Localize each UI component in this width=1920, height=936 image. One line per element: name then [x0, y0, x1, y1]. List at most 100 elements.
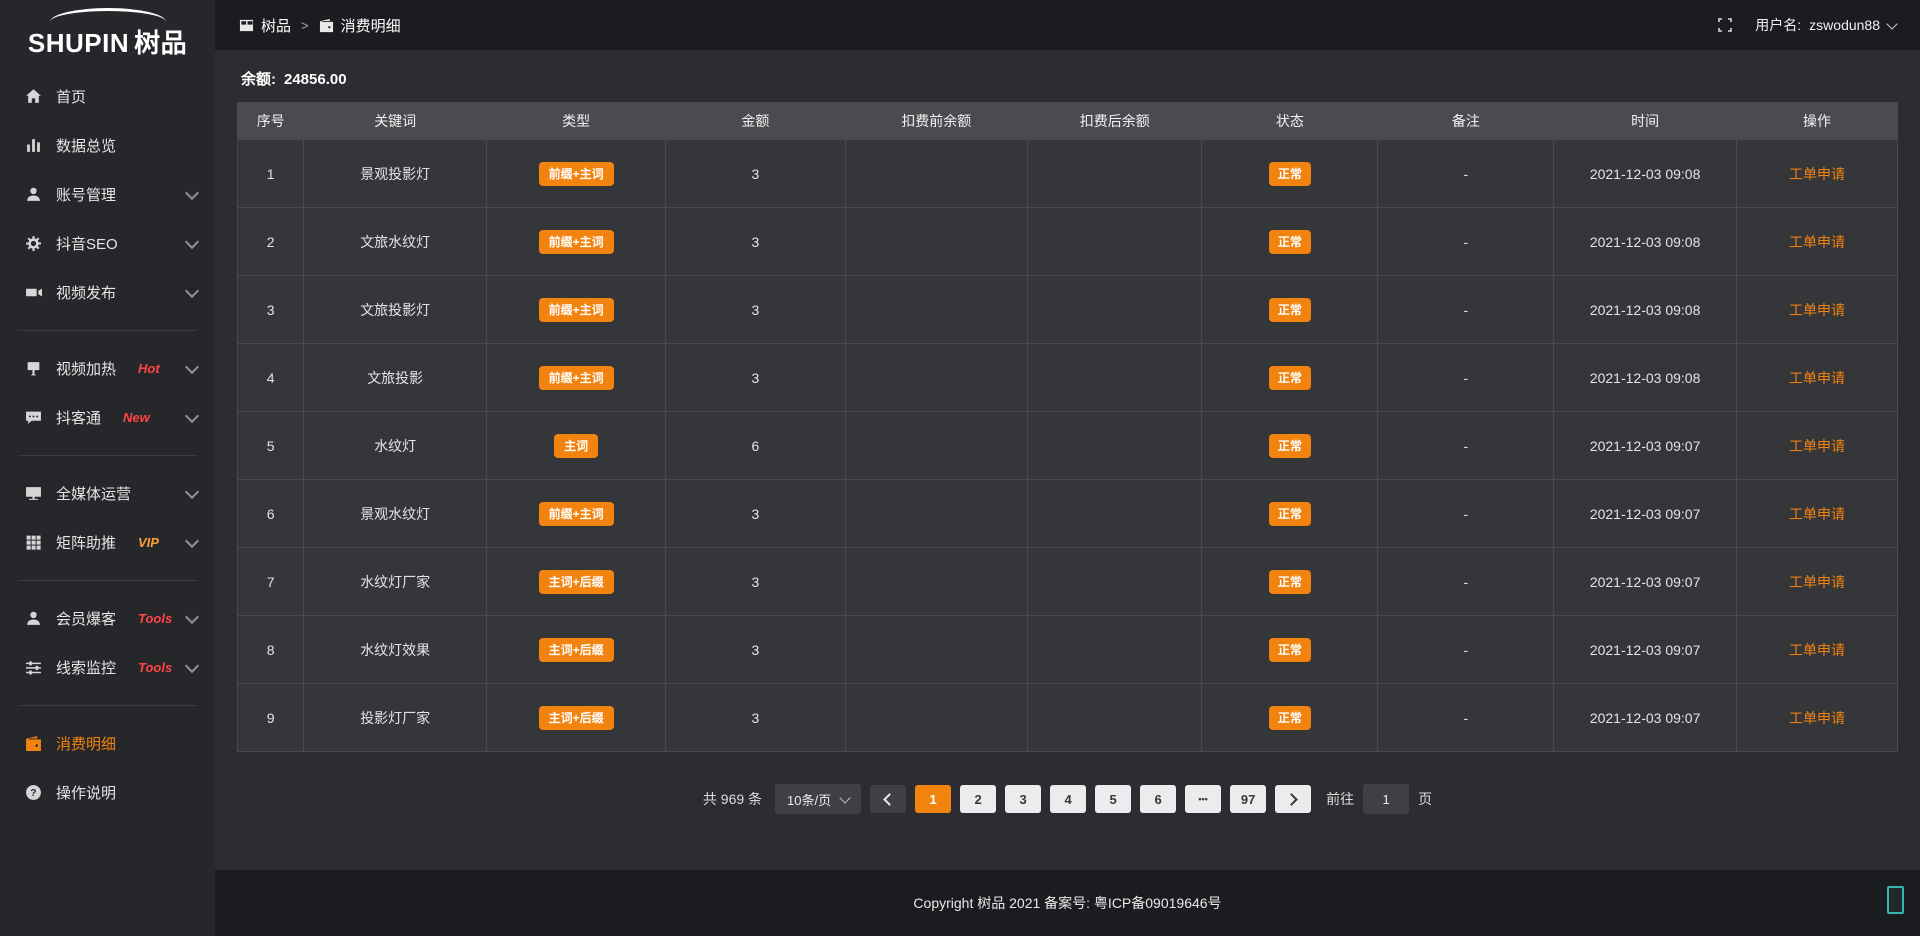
- page-button-6[interactable]: 6: [1140, 785, 1176, 813]
- goto-page-input[interactable]: [1363, 784, 1409, 814]
- sidebar-item-douketong[interactable]: 抖客通 New: [0, 393, 215, 442]
- work-order-link[interactable]: 工单申请: [1789, 438, 1845, 454]
- sidebar-item-all-media[interactable]: 全媒体运营: [0, 469, 215, 518]
- logo-text: SHUPIN树品: [28, 23, 187, 60]
- cell-status: 正常: [1202, 140, 1378, 208]
- cell-balance-before: [845, 684, 1028, 752]
- cell-action: 工单申请: [1736, 344, 1897, 412]
- brand-logo[interactable]: SHUPIN树品: [0, 0, 215, 62]
- sidebar-item-matrix-boost[interactable]: 矩阵助推 VIP: [0, 518, 215, 567]
- masked-value: [901, 573, 971, 591]
- work-order-link[interactable]: 工单申请: [1789, 642, 1845, 658]
- cell-balance-after: [1028, 140, 1202, 208]
- vip-badge: VIP: [138, 535, 159, 550]
- prev-page-button[interactable]: [870, 785, 906, 813]
- sidebar-item-douyin-seo[interactable]: 抖音SEO: [0, 219, 215, 268]
- cell-keyword: 景观水纹灯: [304, 480, 487, 548]
- user-menu[interactable]: 用户名: zswodun88: [1755, 15, 1896, 35]
- pagination-total: 共 969 条: [703, 789, 762, 809]
- grid-icon: [24, 534, 42, 552]
- chevron-down-icon: [185, 484, 199, 498]
- sidebar-item-video-publish[interactable]: 视频发布: [0, 268, 215, 317]
- cell-time: 2021-12-03 09:08: [1554, 208, 1737, 276]
- type-badge: 前缀+主词: [539, 502, 614, 526]
- cell-balance-after: [1028, 208, 1202, 276]
- work-order-link[interactable]: 工单申请: [1789, 710, 1845, 726]
- sidebar-item-member-burst[interactable]: 会员爆客 Tools: [0, 594, 215, 643]
- breadcrumb-root[interactable]: 树品: [239, 15, 291, 36]
- cell-index: 5: [238, 412, 304, 480]
- masked-value: [901, 641, 971, 659]
- page-button-5[interactable]: 5: [1095, 785, 1131, 813]
- chevron-down-icon: [185, 185, 199, 199]
- main-area: 树品 > 消费明细 用户名: zswodun88: [215, 0, 1920, 936]
- floating-widget[interactable]: [1887, 886, 1904, 914]
- cell-balance-after: [1028, 684, 1202, 752]
- sidebar-item-video-heat[interactable]: 视频加热 Hot: [0, 344, 215, 393]
- cell-status: 正常: [1202, 684, 1378, 752]
- sidebar-item-data-overview[interactable]: 数据总览: [0, 121, 215, 170]
- bar-chart-icon: [24, 137, 42, 155]
- type-badge: 前缀+主词: [539, 230, 614, 254]
- page-button-4[interactable]: 4: [1050, 785, 1086, 813]
- work-order-link[interactable]: 工单申请: [1789, 302, 1845, 318]
- chevron-down-icon: [839, 792, 850, 803]
- sidebar-item-label: 视频加热: [56, 358, 116, 379]
- cell-balance-after: [1028, 616, 1202, 684]
- cell-time: 2021-12-03 09:07: [1554, 548, 1737, 616]
- monitor-icon: [24, 485, 42, 503]
- work-order-link[interactable]: 工单申请: [1789, 370, 1845, 386]
- cell-remark: -: [1378, 548, 1554, 616]
- next-page-button[interactable]: [1275, 785, 1311, 813]
- type-badge: 前缀+主词: [539, 298, 614, 322]
- cell-amount: 3: [666, 616, 845, 684]
- page-button-3[interactable]: 3: [1005, 785, 1041, 813]
- cell-type: 前缀+主词: [486, 208, 665, 276]
- work-order-link[interactable]: 工单申请: [1789, 574, 1845, 590]
- masked-value: [1080, 505, 1150, 523]
- sidebar-item-label: 全媒体运营: [56, 483, 131, 504]
- work-order-link[interactable]: 工单申请: [1789, 506, 1845, 522]
- page-size-select[interactable]: 10条/页: [775, 784, 861, 814]
- app-root: SHUPIN树品 首页 数据总览 账号管理 抖音SEO: [0, 0, 1920, 936]
- sidebar-item-consumption-detail[interactable]: 消费明细: [0, 719, 215, 768]
- table-row: 7水纹灯厂家主词+后缀3正常-2021-12-03 09:07工单申请: [238, 548, 1898, 616]
- sidebar-item-lead-monitor[interactable]: 线索监控 Tools: [0, 643, 215, 692]
- cell-balance-after: [1028, 276, 1202, 344]
- goto-label: 前往: [1326, 789, 1354, 809]
- sidebar-item-instructions[interactable]: ? 操作说明: [0, 768, 215, 817]
- gear-icon: [24, 235, 42, 253]
- work-order-link[interactable]: 工单申请: [1789, 234, 1845, 250]
- masked-value: [901, 301, 971, 319]
- cell-time: 2021-12-03 09:08: [1554, 276, 1737, 344]
- masked-value: [1080, 709, 1150, 727]
- cell-remark: -: [1378, 140, 1554, 208]
- masked-value: [901, 369, 971, 387]
- cell-type: 主词+后缀: [486, 616, 665, 684]
- sidebar-item-account[interactable]: 账号管理: [0, 170, 215, 219]
- page-button-97[interactable]: 97: [1230, 785, 1266, 813]
- wallet-icon: [24, 735, 42, 753]
- fullscreen-button[interactable]: [1717, 17, 1733, 33]
- sidebar-item-home[interactable]: 首页: [0, 72, 215, 121]
- sidebar: SHUPIN树品 首页 数据总览 账号管理 抖音SEO: [0, 0, 215, 936]
- cell-action: 工单申请: [1736, 276, 1897, 344]
- masked-value: [901, 437, 971, 455]
- status-badge: 正常: [1269, 162, 1311, 186]
- chevron-down-icon: [185, 609, 199, 623]
- chevron-down-icon: [185, 408, 199, 422]
- page-button-1[interactable]: 1: [915, 785, 951, 813]
- work-order-link[interactable]: 工单申请: [1789, 166, 1845, 182]
- cell-remark: -: [1378, 344, 1554, 412]
- page-ellipsis[interactable]: •••: [1185, 785, 1221, 813]
- sidebar-item-label: 数据总览: [56, 135, 116, 156]
- cell-index: 8: [238, 616, 304, 684]
- page-button-2[interactable]: 2: [960, 785, 996, 813]
- cell-index: 2: [238, 208, 304, 276]
- cell-status: 正常: [1202, 412, 1378, 480]
- page-content: 余额:24856.00 序号关键词类型金额扣费前余额扣费后余额状态备注时间操作 …: [215, 50, 1920, 870]
- masked-value: [1080, 641, 1150, 659]
- cell-index: 3: [238, 276, 304, 344]
- column-header: 序号: [238, 103, 304, 140]
- column-header: 扣费后余额: [1028, 103, 1202, 140]
